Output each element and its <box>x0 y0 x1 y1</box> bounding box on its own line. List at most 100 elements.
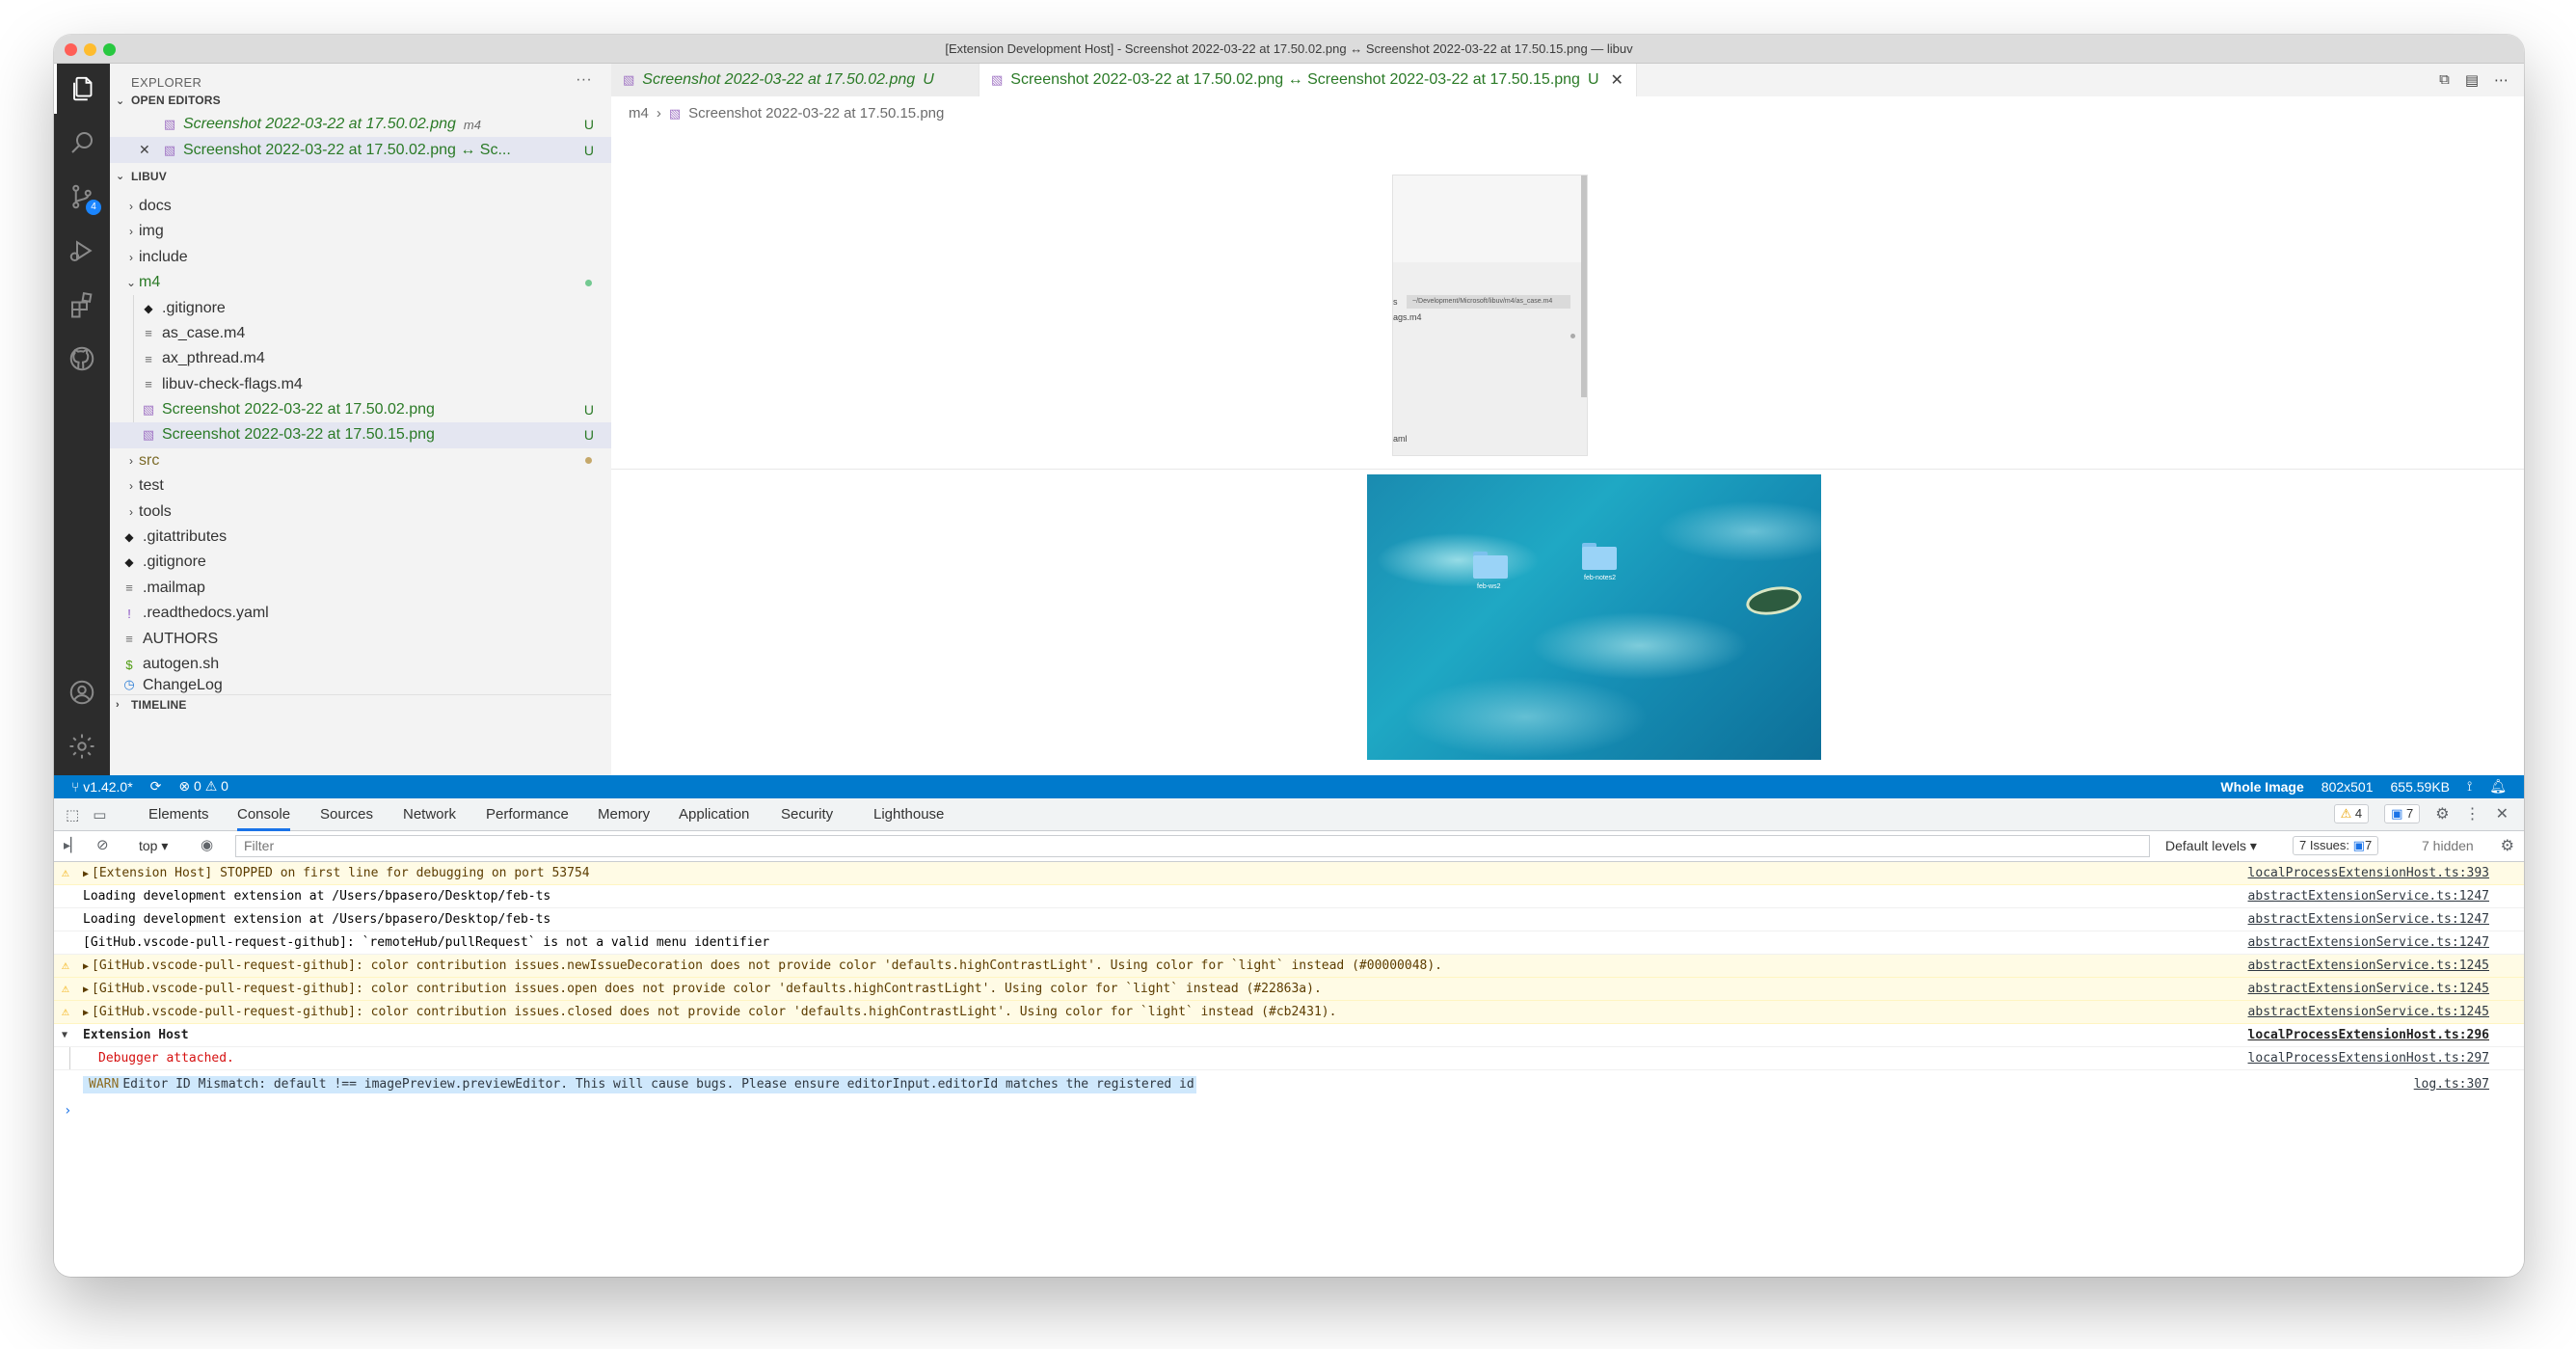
tab-screenshot-preview[interactable]: ▧ Screenshot 2022-03-22 at 17.50.02.png … <box>611 64 979 96</box>
tab-network[interactable]: Network <box>403 798 456 831</box>
tree-file[interactable]: ≡ .mailmap <box>110 576 611 601</box>
tab-image-diff[interactable]: ▧ Screenshot 2022-03-22 at 17.50.02.png … <box>979 64 1637 96</box>
timeline-section[interactable]: › TIMELINE <box>110 694 611 714</box>
split-editor-icon[interactable]: ▤ <box>2465 71 2479 89</box>
close-editor-icon[interactable]: ✕ <box>139 142 160 158</box>
libuv-section[interactable]: ⌄ LIBUV <box>110 165 611 188</box>
open-editor-item-active[interactable]: ✕ ▧ Screenshot 2022-03-22 at 17.50.02.pn… <box>110 137 611 163</box>
tree-file[interactable]: ◆ .gitignore <box>110 550 611 575</box>
source-control-icon[interactable]: 4 <box>54 172 110 222</box>
console-message-warning[interactable]: ⚠ ▶ [GitHub.vscode-pull-request-github]: … <box>54 955 2524 978</box>
tab-lighthouse[interactable]: Lighthouse <box>873 798 944 831</box>
settings-gear-icon[interactable] <box>54 721 110 771</box>
tree-file[interactable]: $ autogen.sh <box>110 652 611 677</box>
message-source-link[interactable]: log.ts:307 <box>2414 1070 2489 1099</box>
open-editors-section[interactable]: ⌄ OPEN EDITORS <box>110 89 611 112</box>
tab-memory[interactable]: Memory <box>598 798 650 831</box>
log-levels-dropdown[interactable]: Default levels ▾ <box>2165 838 2257 854</box>
explorer-sidebar: EXPLORER ··· ⌄ OPEN EDITORS ▧ Screenshot… <box>110 64 611 775</box>
open-editor-item[interactable]: ▧ Screenshot 2022-03-22 at 17.50.02.png … <box>110 112 611 137</box>
tab-performance[interactable]: Performance <box>486 798 569 831</box>
close-tab-icon[interactable]: ✕ <box>1611 70 1623 90</box>
messages-counter[interactable]: ▣ 7 <box>2384 804 2421 823</box>
tree-file[interactable]: ≡ libuv-check-flags.m4 <box>110 372 611 397</box>
console-message[interactable]: Loading development extension at /Users/… <box>54 908 2524 931</box>
message-source-link[interactable]: abstractExtensionService.ts:1245 <box>2248 955 2489 977</box>
tree-file[interactable]: ≡ as_case.m4 <box>110 321 611 346</box>
explorer-title: EXPLORER <box>131 75 202 90</box>
tree-file[interactable]: ◆ .gitignore <box>110 295 611 320</box>
warnings-counter[interactable]: ⚠ 4 <box>2333 804 2370 823</box>
account-icon[interactable] <box>54 667 110 717</box>
tab-security[interactable]: Security <box>781 798 833 831</box>
message-source-link[interactable]: localProcessExtensionHost.ts:297 <box>2248 1047 2489 1069</box>
more-actions-icon[interactable]: ··· <box>576 71 592 89</box>
console-message-warning[interactable]: ⚠ ▶ [GitHub.vscode-pull-request-github]: … <box>54 978 2524 1001</box>
breadcrumb-file[interactable]: Screenshot 2022-03-22 at 17.50.15.png <box>688 105 944 121</box>
console-filter-input[interactable]: Filter <box>235 835 2150 857</box>
run-debug-icon[interactable] <box>54 226 110 276</box>
console-prompt[interactable]: › <box>54 1099 2524 1122</box>
tab-elements[interactable]: Elements <box>148 798 209 831</box>
problems-indicator[interactable]: ⊗ 0 ⚠ 0 <box>178 778 228 795</box>
tree-folder-include[interactable]: › include <box>110 245 611 270</box>
notifications-bell-icon[interactable]: 🔔︎ <box>2489 778 2507 795</box>
tree-folder-docs[interactable]: › docs <box>110 194 611 219</box>
open-editor-folder: m4 <box>463 117 481 132</box>
tree-file[interactable]: ◷ ChangeLog <box>110 677 611 694</box>
github-icon[interactable] <box>54 334 110 384</box>
tree-folder-test[interactable]: › test <box>110 473 611 499</box>
console-message[interactable]: [GitHub.vscode-pull-request-github]: `re… <box>54 931 2524 955</box>
console-group-header[interactable]: ▼ Extension Host localProcessExtensionHo… <box>54 1024 2524 1047</box>
settings-gear-icon[interactable]: ⚙ <box>2435 804 2449 823</box>
more-options-icon[interactable]: ⋮ <box>2465 804 2481 823</box>
tab-sources[interactable]: Sources <box>320 798 373 831</box>
close-devtools-icon[interactable]: ✕ <box>2496 804 2509 823</box>
broadcast-icon[interactable]: ⟟ <box>2467 778 2472 795</box>
tree-folder-src[interactable]: › src <box>110 448 611 473</box>
clear-console-icon[interactable]: ⊘ <box>96 836 109 853</box>
message-source-link[interactable]: abstractExtensionService.ts:1245 <box>2248 978 2489 1000</box>
eye-icon[interactable]: ◉ <box>201 836 213 853</box>
message-source-link[interactable]: abstractExtensionService.ts:1247 <box>2248 931 2489 954</box>
open-changes-icon[interactable]: ⧉ <box>2439 71 2450 89</box>
sync-icon[interactable]: ⟳ <box>150 778 162 795</box>
image-file-icon: ▧ <box>668 105 682 121</box>
tree-label: .readthedocs.yaml <box>143 605 269 622</box>
console-message[interactable]: Loading development extension at /Users/… <box>54 885 2524 908</box>
console-message-warning[interactable]: ⚠ ▶ [Extension Host] STOPPED on first lin… <box>54 862 2524 885</box>
show-sidebar-icon[interactable]: ▸▏ <box>64 837 81 853</box>
issues-button[interactable]: 7 Issues: ▣7 <box>2293 836 2379 855</box>
git-branch-item[interactable]: ⑂ v1.42.0* <box>71 779 133 795</box>
tab-application[interactable]: Application <box>679 798 749 831</box>
timeline-title: TIMELINE <box>131 697 187 712</box>
search-icon[interactable] <box>54 118 110 168</box>
context-selector[interactable]: top ▾ <box>139 838 168 854</box>
console-settings-icon[interactable]: ⚙ <box>2501 836 2514 855</box>
tree-file[interactable]: ≡ AUTHORS <box>110 626 611 651</box>
message-source-link[interactable]: abstractExtensionService.ts:1247 <box>2248 908 2489 931</box>
tree-folder-m4[interactable]: ⌄ m4 <box>110 270 611 295</box>
extensions-icon[interactable] <box>54 280 110 330</box>
message-source-link[interactable]: abstractExtensionService.ts:1247 <box>2248 885 2489 907</box>
message-source-link[interactable]: localProcessExtensionHost.ts:393 <box>2248 862 2489 884</box>
tree-folder-tools[interactable]: › tools <box>110 499 611 524</box>
tree-file-image[interactable]: ▧ Screenshot 2022-03-22 at 17.50.02.png … <box>110 397 611 422</box>
tree-file[interactable]: ! .readthedocs.yaml <box>110 601 611 626</box>
inspect-element-icon[interactable]: ⬚ <box>66 806 79 823</box>
device-toolbar-icon[interactable]: ▭ <box>93 806 106 823</box>
console-message-warning[interactable]: ⚠ ▶ [GitHub.vscode-pull-request-github]: … <box>54 1001 2524 1024</box>
tree-file-image-selected[interactable]: ▧ Screenshot 2022-03-22 at 17.50.15.png … <box>110 422 611 448</box>
zoom-status[interactable]: Whole Image <box>2220 779 2303 795</box>
console-message-highlighted[interactable]: WARN Editor ID Mismatch: default !== imag… <box>54 1070 2524 1099</box>
tab-console[interactable]: Console <box>237 798 291 831</box>
message-source-link[interactable]: abstractExtensionService.ts:1245 <box>2248 1001 2489 1023</box>
console-group-child[interactable]: Debugger attached. localProcessExtension… <box>54 1047 2524 1070</box>
tree-file[interactable]: ≡ ax_pthread.m4 <box>110 346 611 371</box>
tree-file[interactable]: ◆ .gitattributes <box>110 525 611 550</box>
breadcrumb-folder[interactable]: m4 <box>629 105 649 121</box>
more-actions-icon[interactable]: ⋯ <box>2494 71 2509 89</box>
explorer-icon[interactable] <box>54 64 110 114</box>
message-source-link[interactable]: localProcessExtensionHost.ts:296 <box>2248 1024 2489 1046</box>
tree-folder-img[interactable]: › img <box>110 219 611 244</box>
